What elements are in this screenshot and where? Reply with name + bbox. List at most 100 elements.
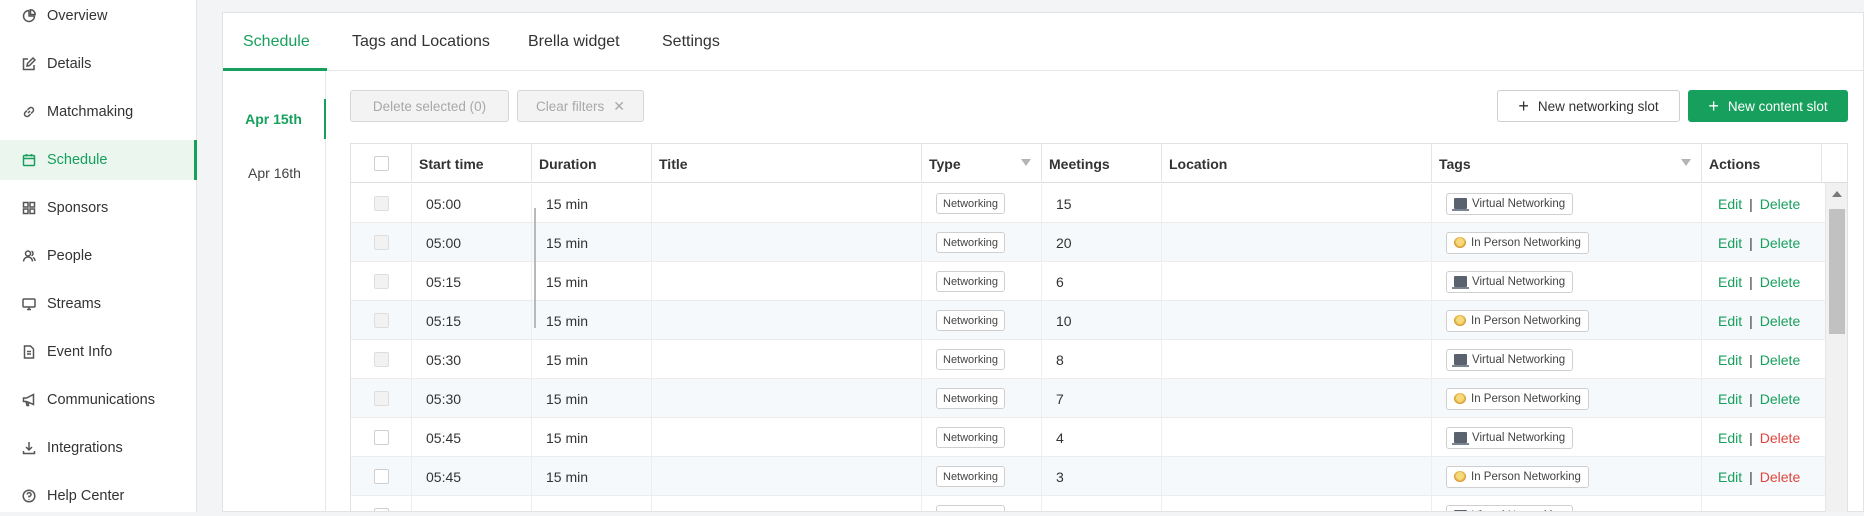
edit-link[interactable]: Edit [1718, 430, 1742, 446]
meetings-cell: 6 [1042, 262, 1162, 301]
action-separator: | [1749, 390, 1753, 407]
sidebar-item-sponsors[interactable]: Sponsors [0, 188, 197, 228]
edit-link[interactable]: Edit [1718, 352, 1742, 368]
start-time: 05:45 [426, 468, 462, 485]
edit-link[interactable]: Edit [1718, 196, 1742, 212]
sidebar-item-communications[interactable]: Communications [0, 380, 197, 420]
delete-link[interactable]: Delete [1760, 508, 1800, 512]
column-title[interactable]: Title [652, 144, 922, 183]
edit-link[interactable]: Edit [1718, 313, 1742, 329]
column-location[interactable]: Location [1162, 144, 1432, 183]
column-tags[interactable]: Tags [1432, 144, 1702, 183]
row-checkbox[interactable] [373, 313, 389, 328]
meetings-count: 3 [1056, 468, 1064, 485]
delete-selected-button[interactable]: Delete selected (0) [350, 90, 509, 122]
row-select-cell [351, 184, 412, 223]
sidebar-item-label: Matchmaking [47, 104, 134, 120]
edit-link[interactable]: Edit [1718, 391, 1742, 407]
tab-schedule[interactable]: Schedule [243, 13, 310, 71]
tab-settings[interactable]: Settings [662, 13, 720, 71]
type-badge: Networking [936, 505, 1006, 511]
schedule-table: Start time Duration Title Type Meetings … [350, 143, 1848, 512]
meetings-cell: 20 [1042, 223, 1162, 262]
start-time-cell: 05:15 [412, 262, 532, 301]
delete-link[interactable]: Delete [1760, 274, 1800, 290]
sidebar-item-matchmaking[interactable]: Matchmaking [0, 92, 197, 132]
row-select-cell [351, 418, 412, 457]
select-all-checkbox[interactable] [373, 156, 389, 171]
sidebar-item-event-info[interactable]: Event Info [0, 332, 197, 372]
delete-link[interactable]: Delete [1760, 352, 1800, 368]
type-cell: Networking [922, 457, 1042, 496]
date-list: Apr 15th Apr 16th [223, 71, 326, 513]
sidebar-item-details[interactable]: Details [0, 44, 197, 84]
duration: 15 min [546, 508, 588, 512]
column-meetings[interactable]: Meetings [1042, 144, 1162, 183]
sidebar-item-label: Event Info [47, 344, 113, 360]
duration: 15 min [546, 273, 589, 290]
sidebar: Overview Details Matchmaking Schedule Sp… [0, 0, 197, 512]
tab-brella-widget[interactable]: Brella widget [528, 13, 620, 71]
vertical-scrollbar[interactable] [1825, 183, 1847, 512]
meetings-count: 6 [1056, 273, 1064, 290]
duration: 15 min [546, 468, 589, 485]
tag-label: In Person Networking [1471, 314, 1581, 327]
edit-link[interactable]: Edit [1718, 508, 1742, 512]
meetings-count: 20 [1056, 234, 1072, 251]
column-duration[interactable]: Duration [532, 144, 652, 183]
column-start-time[interactable]: Start time [412, 144, 532, 183]
filter-icon[interactable] [1681, 159, 1691, 166]
delete-link[interactable]: Delete [1760, 391, 1800, 407]
delete-link[interactable]: Delete [1760, 313, 1800, 329]
delete-link[interactable]: Delete [1760, 196, 1800, 212]
table-row: 05:45 15 min Networking 3 In Person Networki… [351, 457, 1847, 496]
table-row: 05:30 15 min Networking 8 Virtual Networking… [351, 340, 1847, 379]
table-row: 05:30 15 min Networking 7 In Person Networki… [351, 379, 1847, 418]
row-checkbox[interactable] [373, 352, 389, 367]
resize-handle[interactable] [534, 208, 536, 328]
action-separator: | [1749, 273, 1753, 290]
tab-tags-and-locations[interactable]: Tags and Locations [352, 13, 490, 71]
new-content-slot-button[interactable]: + New content slot [1688, 90, 1848, 122]
sidebar-item-label: Streams [47, 296, 101, 312]
start-time-cell: 06:00 [412, 496, 532, 511]
delete-link[interactable]: Delete [1760, 235, 1800, 251]
sidebar-item-label: Communications [47, 392, 155, 408]
row-checkbox[interactable] [373, 430, 389, 445]
sidebar-item-streams[interactable]: Streams [0, 284, 197, 324]
column-type[interactable]: Type [922, 144, 1042, 183]
sidebar-item-label: Schedule [47, 152, 108, 168]
edit-link[interactable]: Edit [1718, 235, 1742, 251]
date-item-apr-15[interactable]: Apr 15th [223, 99, 326, 139]
edit-link[interactable]: Edit [1718, 274, 1742, 290]
row-checkbox[interactable] [373, 391, 389, 406]
table-header: Start time Duration Title Type Meetings … [351, 144, 1847, 183]
scrollbar-thumb[interactable] [1829, 209, 1845, 334]
start-time-cell: 05:00 [412, 184, 532, 223]
new-networking-slot-button[interactable]: + New networking slot [1497, 90, 1680, 122]
edit-link[interactable]: Edit [1718, 469, 1742, 485]
sidebar-item-help-center[interactable]: Help Center [0, 476, 197, 516]
sidebar-item-label: Details [47, 56, 92, 72]
clear-filters-button[interactable]: Clear filters ✕ [517, 90, 644, 122]
sidebar-item-integrations[interactable]: Integrations [0, 428, 197, 468]
sidebar-item-people[interactable]: People [0, 236, 197, 276]
sidebar-item-label: People [47, 248, 93, 264]
start-time: 05:00 [426, 195, 462, 212]
table-row: 05:00 15 min Networking 20 In Person Network… [351, 223, 1847, 262]
sidebar-item-schedule[interactable]: Schedule [0, 140, 197, 180]
row-checkbox[interactable] [373, 508, 389, 511]
delete-link[interactable]: Delete [1760, 430, 1800, 446]
row-checkbox[interactable] [373, 196, 389, 211]
sidebar-item-overview[interactable]: Overview [0, 0, 197, 36]
filter-icon[interactable] [1021, 159, 1031, 166]
title-cell [652, 223, 922, 262]
row-checkbox[interactable] [373, 469, 389, 484]
date-item-apr-16[interactable]: Apr 16th [223, 153, 326, 193]
scroll-up-icon[interactable] [1832, 191, 1842, 197]
action-separator: | [1749, 468, 1753, 485]
delete-link[interactable]: Delete [1760, 469, 1800, 485]
row-checkbox[interactable] [373, 235, 389, 250]
action-separator: | [1749, 234, 1753, 251]
row-checkbox[interactable] [373, 274, 389, 289]
